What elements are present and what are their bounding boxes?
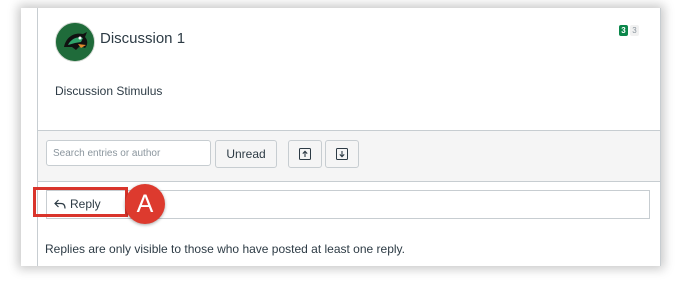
unread-count-badge: 3 — [619, 25, 628, 36]
unread-filter-button[interactable]: Unread — [215, 140, 277, 168]
annotation-callout: A — [125, 184, 165, 224]
author-avatar[interactable] — [55, 22, 95, 62]
total-count-badge: 3 — [630, 25, 639, 36]
dragon-mascot-icon — [56, 23, 94, 61]
expand-down-icon — [336, 148, 348, 160]
discussion-toolbar: Unread — [38, 130, 660, 182]
replies-visibility-note: Replies are only visible to those who ha… — [45, 242, 405, 256]
unread-button-label: Unread — [226, 147, 266, 161]
discussion-stimulus: Discussion Stimulus — [55, 84, 163, 98]
reply-highlight-box — [33, 187, 128, 217]
collapse-replies-button[interactable] — [288, 140, 322, 168]
discussion-title[interactable]: Discussion 1 — [100, 30, 185, 47]
post-count-badges: 3 3 — [619, 25, 639, 36]
screenshot-frame: Discussion 1 3 3 Discussion Stimulus Unr… — [21, 8, 661, 266]
collapse-up-icon — [299, 148, 311, 160]
expand-replies-button[interactable] — [325, 140, 359, 168]
discussion-panel: Discussion 1 3 3 Discussion Stimulus Unr… — [37, 8, 661, 266]
search-input[interactable] — [46, 140, 211, 166]
